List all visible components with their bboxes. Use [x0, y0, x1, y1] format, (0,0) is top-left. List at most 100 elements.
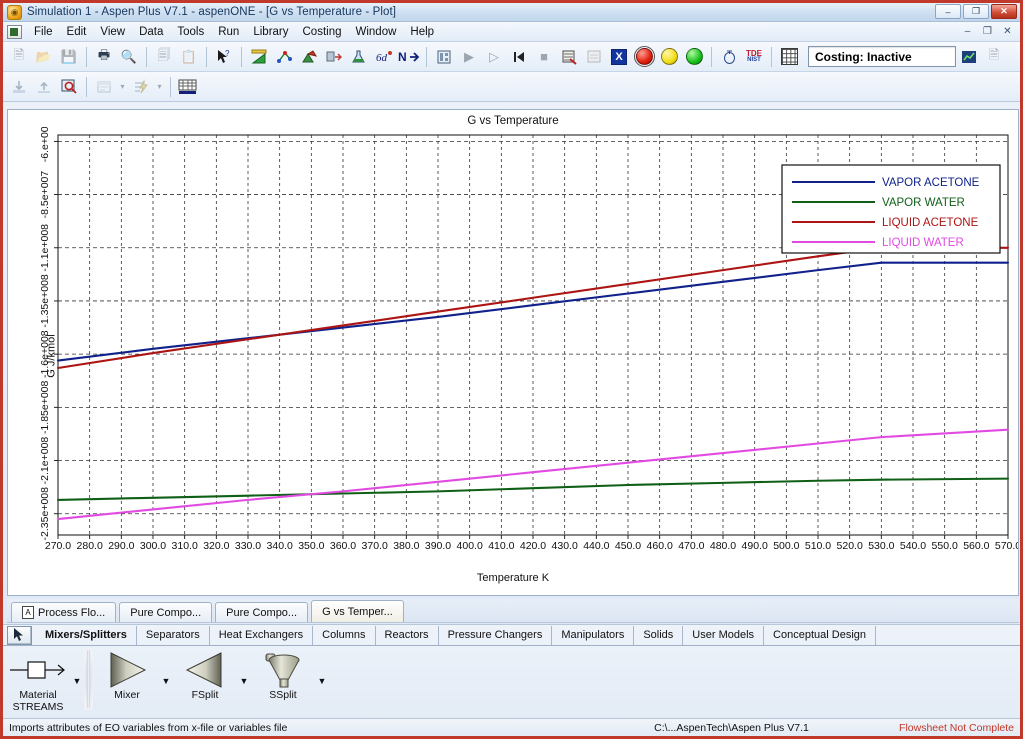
palette-tab-reactors[interactable]: Reactors: [376, 625, 439, 645]
mixer-caret-icon[interactable]: ▼: [160, 648, 172, 686]
palette-tab-separators[interactable]: Separators: [137, 625, 210, 645]
svg-text:-1.1e+008: -1.1e+008: [39, 224, 51, 272]
tab-pure-component-2[interactable]: Pure Compo...: [215, 602, 309, 622]
tab-label: G vs Temper...: [322, 605, 393, 618]
reconcile-icon[interactable]: [297, 45, 321, 69]
save-icon[interactable]: 💾: [57, 45, 81, 69]
menu-run[interactable]: Run: [211, 24, 246, 40]
mixer-triangle-icon: [105, 651, 149, 689]
svg-text:430.0: 430.0: [552, 540, 578, 552]
window-controls: – ❐ ✕: [935, 4, 1017, 19]
tab-process-flowsheet[interactable]: A Process Flo...: [11, 602, 117, 622]
status-green-icon[interactable]: [682, 45, 706, 69]
menu-library[interactable]: Library: [246, 24, 295, 40]
open-icon[interactable]: 📂: [32, 45, 56, 69]
ssplit-caret-icon[interactable]: ▼: [316, 648, 328, 686]
close-button[interactable]: ✕: [991, 4, 1017, 19]
binary-analysis-icon[interactable]: 6d: [372, 45, 396, 69]
help-pointer-icon[interactable]: ?: [212, 45, 236, 69]
arrow-select-tool[interactable]: [7, 625, 32, 645]
step-icon[interactable]: ▷: [482, 45, 506, 69]
print-icon[interactable]: 🖶: [92, 45, 116, 69]
excel-export-icon[interactable]: X: [607, 45, 631, 69]
menu-data[interactable]: Data: [132, 24, 170, 40]
tde-nist-icon[interactable]: TDE NIST: [742, 45, 766, 69]
chart-plot[interactable]: 270.0 280.0 290.0 300.0 310.0 320.0 330.0 340.0…: [8, 127, 1018, 585]
status-red-icon[interactable]: [632, 45, 656, 69]
stream-table-icon[interactable]: [272, 45, 296, 69]
properties-icon[interactable]: [717, 45, 741, 69]
plot-wizard-icon[interactable]: [247, 45, 271, 69]
svg-text:440.0: 440.0: [583, 540, 609, 552]
palette-item-material-streams[interactable]: Material STREAMS: [5, 648, 71, 713]
menu-edit[interactable]: Edit: [60, 24, 94, 40]
svg-text:450.0: 450.0: [615, 540, 641, 552]
mdi-restore-button[interactable]: ❐: [979, 24, 996, 38]
menu-window[interactable]: Window: [349, 24, 404, 40]
analysis-icon[interactable]: [347, 45, 371, 69]
palette-tab-columns[interactable]: Columns: [313, 625, 376, 645]
form-icon[interactable]: [92, 75, 116, 99]
svg-text:480.0: 480.0: [710, 540, 736, 552]
tab-g-vs-temperature[interactable]: G vs Temper...: [311, 600, 404, 622]
import-icon[interactable]: [7, 75, 31, 99]
table-view-icon[interactable]: [176, 75, 200, 99]
costing-status-field[interactable]: Costing: Inactive: [808, 46, 956, 67]
menu-costing[interactable]: Costing: [296, 24, 349, 40]
lightning-icon[interactable]: [129, 75, 153, 99]
menu-tools[interactable]: Tools: [170, 24, 211, 40]
stop-icon[interactable]: ■: [532, 45, 556, 69]
menu-help[interactable]: Help: [403, 24, 441, 40]
svg-text:510.0: 510.0: [805, 540, 831, 552]
tab-pure-component-1[interactable]: Pure Compo...: [119, 602, 213, 622]
menu-view[interactable]: View: [93, 24, 132, 40]
status-yellow-icon[interactable]: [657, 45, 681, 69]
copy-icon[interactable]: 🗐: [152, 45, 176, 69]
palette-tab-heat-exchangers[interactable]: Heat Exchangers: [210, 625, 314, 645]
new-icon[interactable]: 🗎: [7, 45, 31, 69]
results-icon[interactable]: [557, 45, 581, 69]
print-preview-icon[interactable]: 🔍: [117, 45, 141, 69]
reinitialize-icon[interactable]: [507, 45, 531, 69]
main-toolbar: 🗎 📂 💾 🖶 🔍 🗐 📋 ? 6d N ▶ ▷ ■ X TDE NIST Co…: [3, 42, 1020, 72]
svg-text:400.0: 400.0: [457, 540, 483, 552]
form-caret-icon[interactable]: ▾: [117, 75, 128, 99]
palette-item-caption: FSplit: [191, 689, 219, 701]
export-icon[interactable]: [32, 75, 56, 99]
svg-text:500.0: 500.0: [773, 540, 799, 552]
palette-item-mixer[interactable]: Mixer: [94, 648, 160, 701]
zoom-icon[interactable]: [57, 75, 81, 99]
svg-text:550.0: 550.0: [932, 540, 958, 552]
palette-tab-manipulators[interactable]: Manipulators: [552, 625, 635, 645]
toolbar-separator: [426, 46, 427, 67]
svg-text:VAPOR WATER: VAPOR WATER: [882, 197, 965, 209]
data-fit-icon[interactable]: [322, 45, 346, 69]
report-view-icon[interactable]: 🗎: [982, 45, 1006, 69]
mdi-minimize-button[interactable]: –: [959, 24, 976, 38]
material-streams-caret-icon[interactable]: ▼: [71, 648, 83, 686]
control-panel-icon[interactable]: [432, 45, 456, 69]
run-icon[interactable]: ▶: [457, 45, 481, 69]
palette-tab-pressure-changers[interactable]: Pressure Changers: [439, 625, 553, 645]
svg-text:-2.1e+008: -2.1e+008: [39, 437, 51, 485]
next-input-icon[interactable]: N: [397, 45, 421, 69]
palette-tab-solids[interactable]: Solids: [634, 625, 684, 645]
palette-tab-mixers-splitters[interactable]: Mixers/Splitters: [36, 625, 137, 645]
palette-item-fsplit[interactable]: FSplit: [172, 648, 238, 701]
paste-icon[interactable]: 📋: [177, 45, 201, 69]
svg-text:-1.85e+008: -1.85e+008: [39, 380, 51, 434]
menu-file[interactable]: File: [27, 24, 60, 40]
palette-tab-conceptual-design[interactable]: Conceptual Design: [764, 625, 876, 645]
maximize-button[interactable]: ❐: [963, 4, 989, 19]
palette-tab-user-models[interactable]: User Models: [683, 625, 765, 645]
minimize-button[interactable]: –: [935, 4, 961, 19]
lightning-caret-icon[interactable]: ▾: [154, 75, 165, 99]
mdi-close-button[interactable]: ✕: [999, 24, 1016, 38]
economics-icon[interactable]: [957, 45, 981, 69]
chart-area: G J/kmol 270.0 280.0 290.0 300.0 310.0 320.0 3…: [8, 127, 1018, 585]
report-icon[interactable]: [582, 45, 606, 69]
svg-text:290.0: 290.0: [108, 540, 134, 552]
grid-icon[interactable]: [777, 45, 801, 69]
fsplit-caret-icon[interactable]: ▼: [238, 648, 250, 686]
palette-item-ssplit[interactable]: SSplit: [250, 648, 316, 701]
